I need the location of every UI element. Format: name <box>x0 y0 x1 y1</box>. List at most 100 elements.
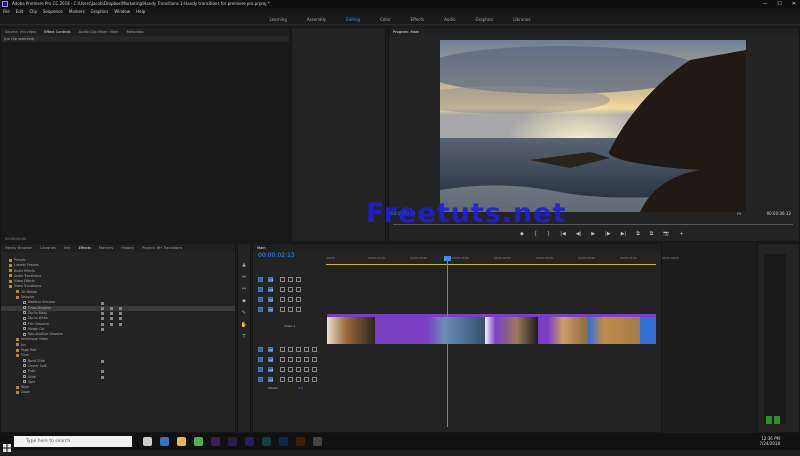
timeline-clip-2[interactable] <box>375 314 427 344</box>
tab-metadata[interactable]: Metadata <box>127 28 144 36</box>
tab-info[interactable]: Info <box>64 244 71 252</box>
tab-effect-controls[interactable]: Effect Controls <box>44 28 70 36</box>
track-select-icon[interactable]: ⇹ <box>242 274 246 280</box>
tab-effects[interactable]: Effects <box>79 244 91 252</box>
solo-button[interactable] <box>304 357 309 362</box>
track-target-button[interactable]: V4 <box>268 277 273 282</box>
workspace-tab-assembly[interactable]: Assembly <box>297 15 336 24</box>
solo-button[interactable] <box>304 367 309 372</box>
taskbar-clock[interactable]: 12:36 PM 7/24/2018 <box>759 436 780 446</box>
taskbar-search-input[interactable]: Type here to search <box>14 436 132 447</box>
master-volume[interactable]: 0.0 <box>298 386 303 390</box>
edge-browser-icon[interactable] <box>160 437 169 446</box>
microphone-icon[interactable] <box>312 357 317 362</box>
lock-icon[interactable] <box>280 297 285 302</box>
extract-button[interactable]: ⧉ <box>650 231 654 237</box>
audition-icon[interactable] <box>262 437 271 446</box>
source-patch-button[interactable] <box>258 367 263 372</box>
chrome-icon[interactable] <box>194 437 203 446</box>
mark-out-button[interactable]: } <box>547 231 550 237</box>
tab-main-sequence[interactable]: Main <box>257 244 266 252</box>
source-patch-button[interactable] <box>258 307 263 312</box>
effects-tree-item[interactable]: Zoom <box>1 390 235 395</box>
tab-audio-clip-mixer[interactable]: Audio Clip Mixer: Main <box>79 28 119 36</box>
tab-handy-browser[interactable]: Handy Browser <box>5 244 32 252</box>
sync-lock-icon[interactable] <box>288 277 293 282</box>
microphone-icon[interactable] <box>312 347 317 352</box>
eye-icon[interactable] <box>296 277 301 282</box>
photoshop-icon[interactable] <box>279 437 288 446</box>
sync-lock-icon[interactable] <box>288 307 293 312</box>
sync-lock-icon[interactable] <box>288 377 293 382</box>
lock-icon[interactable] <box>280 367 285 372</box>
hand-tool-icon[interactable]: ✋ <box>241 322 247 328</box>
button-editor-button[interactable]: + <box>680 231 684 237</box>
source-patch-button[interactable] <box>258 377 263 382</box>
timeline-clip-4[interactable] <box>485 314 538 344</box>
track-target-button[interactable]: V1 <box>268 307 273 312</box>
tab-libraries[interactable]: Libraries <box>40 244 56 252</box>
razor-tool-icon[interactable]: ◆ <box>242 298 246 304</box>
workspace-tab-editing[interactable]: Editing <box>336 15 370 24</box>
menu-edit[interactable]: Edit <box>16 8 24 15</box>
track-target-button[interactable]: A1 <box>268 347 273 352</box>
menu-file[interactable]: File <box>3 8 10 15</box>
lock-icon[interactable] <box>280 347 285 352</box>
sync-lock-icon[interactable] <box>288 357 293 362</box>
source-patch-button[interactable] <box>258 357 263 362</box>
microphone-icon[interactable] <box>312 377 317 382</box>
sync-lock-icon[interactable] <box>288 347 293 352</box>
timeline-clip-1[interactable] <box>327 314 375 344</box>
ripple-edit-icon[interactable]: ↔ <box>242 286 246 292</box>
maximize-button[interactable]: ☐ <box>777 0 781 8</box>
lift-button[interactable]: ⧉ <box>636 231 640 237</box>
go-to-in-button[interactable]: |◀ <box>560 231 566 237</box>
lock-icon[interactable] <box>280 357 285 362</box>
export-frame-button[interactable]: 📷 <box>663 231 669 237</box>
selection-tool-icon[interactable]: ▲ <box>242 262 246 268</box>
sync-lock-icon[interactable] <box>288 297 293 302</box>
workspace-tab-color[interactable]: Color <box>370 15 400 24</box>
step-forward-button[interactable]: |▶ <box>605 231 611 237</box>
pen-tool-icon[interactable]: ✎ <box>242 310 246 316</box>
type-tool-icon[interactable]: T <box>242 334 245 340</box>
timeline-timecode[interactable]: 00:00:02:13 <box>258 252 295 259</box>
mute-button[interactable] <box>296 347 301 352</box>
menu-help[interactable]: Help <box>136 8 145 15</box>
track-target-button[interactable]: V3 <box>268 287 273 292</box>
mute-button[interactable] <box>296 357 301 362</box>
microphone-icon[interactable] <box>312 367 317 372</box>
track-target-button[interactable]: A3 <box>268 367 273 372</box>
go-to-out-button[interactable]: ▶| <box>621 231 627 237</box>
workspace-tab-learning[interactable]: Learning <box>260 15 297 24</box>
tab-program[interactable]: Program: Main <box>393 28 419 36</box>
add-marker-button[interactable]: ◆ <box>520 231 524 237</box>
eye-icon[interactable] <box>296 287 301 292</box>
track-target-button[interactable]: V2 <box>268 297 273 302</box>
premiere-pro-icon[interactable] <box>245 437 254 446</box>
zoom-select[interactable]: Fit <box>737 212 741 216</box>
tab-markers[interactable]: Markers <box>99 244 113 252</box>
menu-sequence[interactable]: Sequence <box>43 8 63 15</box>
eye-icon[interactable] <box>296 307 301 312</box>
illustrator-icon[interactable] <box>296 437 305 446</box>
tab-project[interactable]: Project: HH Transitions <box>142 244 182 252</box>
source-patch-button[interactable] <box>258 287 263 292</box>
tab-source[interactable]: Source: (no clips) <box>5 28 36 36</box>
lock-icon[interactable] <box>280 287 285 292</box>
menu-markers[interactable]: Markers <box>69 8 85 15</box>
eye-icon[interactable] <box>296 297 301 302</box>
solo-button[interactable] <box>304 377 309 382</box>
source-patch-button[interactable] <box>258 297 263 302</box>
track-name-v1[interactable]: Video 1 <box>284 324 295 328</box>
sync-lock-icon[interactable] <box>288 287 293 292</box>
lock-icon[interactable] <box>280 307 285 312</box>
tab-history[interactable]: History <box>121 244 134 252</box>
source-patch-button[interactable] <box>258 277 263 282</box>
step-back-button[interactable]: ◀| <box>576 231 582 237</box>
track-target-button[interactable]: A2 <box>268 357 273 362</box>
work-area-bar[interactable] <box>326 264 656 265</box>
source-patch-button[interactable] <box>258 347 263 352</box>
lock-icon[interactable] <box>280 277 285 282</box>
timeline-clip-7[interactable] <box>640 314 656 344</box>
